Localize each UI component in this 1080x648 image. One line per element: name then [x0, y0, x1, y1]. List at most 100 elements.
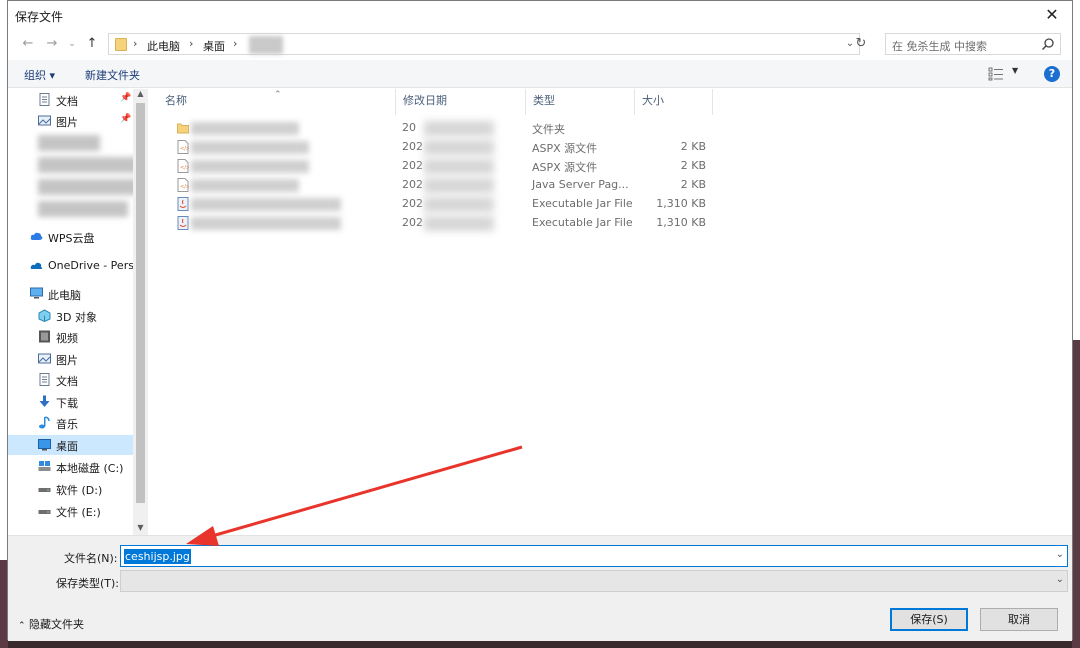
file-row[interactable]: 202 Executable Jar File 1,310 KB	[158, 214, 713, 233]
drive-c-icon	[38, 461, 51, 471]
breadcrumb-this-pc[interactable]: 此电脑	[147, 38, 180, 54]
redacted-date	[424, 121, 494, 136]
file-row[interactable]: 20 文件夹	[158, 119, 713, 138]
forward-button[interactable]: →	[42, 34, 62, 54]
hide-folders-toggle[interactable]: ⌃ 隐藏文件夹	[18, 616, 84, 632]
nav-item-label: 软件 (D:)	[56, 484, 103, 497]
nav-item-pictures[interactable]: 图片	[8, 349, 133, 369]
aspx-file-icon: </>	[177, 159, 189, 173]
redacted-breadcrumb	[249, 36, 283, 54]
document-icon	[39, 373, 50, 386]
save-options-panel: 文件名(N): ceshijsp.jpg ⌄ 保存类型(T): ⌄ ⌃ 隐藏文件…	[8, 535, 1072, 641]
file-row[interactable]: </> 202 ASPX 源文件 2 KB	[158, 157, 713, 176]
redacted-nav-item	[38, 157, 140, 173]
nav-item-pictures-quick[interactable]: 图片 📌	[8, 111, 133, 131]
file-size: 2 KB	[680, 159, 706, 172]
chevron-down-icon: ▼	[1012, 66, 1019, 75]
nav-item-label: 下载	[56, 397, 78, 410]
filetype-select[interactable]: ⌄	[120, 570, 1068, 592]
file-date: 202	[402, 140, 423, 153]
up-button[interactable]: ↑	[82, 34, 102, 54]
column-header-size[interactable]: 大小	[635, 89, 713, 115]
redacted-filename	[191, 122, 299, 135]
breadcrumb-desktop[interactable]: 桌面	[203, 38, 225, 54]
back-button[interactable]: ←	[18, 34, 38, 54]
jsp-file-icon: </>	[177, 178, 189, 192]
new-folder-button[interactable]: 新建文件夹	[85, 67, 140, 83]
file-size: 1,310 KB	[656, 216, 706, 229]
file-row[interactable]: </> 202 ASPX 源文件 2 KB	[158, 138, 713, 157]
file-size: 1,310 KB	[656, 197, 706, 210]
file-size: 2 KB	[680, 178, 706, 191]
jar-file-icon	[177, 216, 189, 230]
music-icon	[39, 416, 50, 429]
redacted-filename	[191, 217, 341, 230]
search-placeholder: 在 免杀生成 中搜索	[892, 40, 987, 53]
address-bar[interactable]: › 此电脑 › 桌面 › ⌄	[108, 33, 860, 55]
column-type-label: 类型	[533, 94, 555, 107]
background-page-right	[1072, 0, 1080, 340]
search-input[interactable]: 在 免杀生成 中搜索	[885, 33, 1061, 55]
column-header-date[interactable]: 修改日期	[396, 89, 526, 115]
drive-icon	[38, 488, 51, 492]
nav-item-drive-c[interactable]: 本地磁盘 (C:)	[8, 457, 133, 477]
scroll-up-icon[interactable]: ▲	[135, 89, 146, 101]
file-row[interactable]: 202 Executable Jar File 1,310 KB	[158, 195, 713, 214]
column-header-name[interactable]: 名称 ⌃	[158, 89, 396, 115]
nav-item-this-pc[interactable]: 此电脑	[8, 284, 133, 304]
jar-file-icon	[177, 197, 189, 211]
drive-icon	[38, 510, 51, 514]
download-icon	[39, 395, 50, 407]
chevron-down-icon[interactable]: ⌄	[1056, 574, 1064, 585]
nav-item-drive-d[interactable]: 软件 (D:)	[8, 479, 133, 499]
filename-value[interactable]: ceshijsp.jpg	[124, 549, 191, 564]
svg-text:</>: </>	[180, 184, 189, 190]
redacted-date	[424, 178, 494, 193]
nav-item-documents-quick[interactable]: 文档 📌	[8, 90, 133, 110]
search-icon	[1041, 38, 1054, 51]
organize-menu[interactable]: 组织 ▾	[24, 67, 55, 83]
file-list-header: 名称 ⌃ 修改日期 类型 大小	[158, 89, 713, 115]
cancel-button[interactable]: 取消	[980, 608, 1058, 631]
file-type: Executable Jar File	[532, 197, 633, 210]
scroll-down-icon[interactable]: ▼	[135, 523, 146, 535]
file-type: Executable Jar File	[532, 216, 633, 229]
redacted-nav-item	[38, 201, 128, 217]
column-date-label: 修改日期	[403, 94, 447, 107]
nav-item-drive-e[interactable]: 文件 (E:)	[8, 501, 133, 521]
nav-item-label: 桌面	[56, 440, 78, 453]
chevron-down-icon[interactable]: ⌄	[1056, 549, 1064, 560]
refresh-button[interactable]: ↻	[851, 34, 871, 54]
nav-scrollbar[interactable]: ▲ ▼	[133, 89, 148, 535]
file-row[interactable]: </> 202 Java Server Pag... 2 KB	[158, 176, 713, 195]
help-button[interactable]: ?	[1044, 66, 1060, 82]
sort-ascending-icon: ⌃	[274, 90, 282, 100]
nav-item-documents[interactable]: 文档	[8, 370, 133, 390]
pictures-icon	[38, 353, 51, 364]
recent-locations-button[interactable]: ⌄	[62, 34, 82, 54]
save-button[interactable]: 保存(S)	[890, 608, 968, 631]
view-options-button[interactable]: ▼	[988, 66, 1022, 82]
nav-item-label: 文档	[56, 375, 78, 388]
scrollbar-thumb[interactable]	[136, 103, 145, 503]
nav-item-downloads[interactable]: 下载	[8, 392, 133, 412]
filename-label: 文件名(N):	[64, 552, 118, 565]
nav-item-videos[interactable]: 视频	[8, 327, 133, 347]
close-button[interactable]: ✕	[1032, 1, 1072, 29]
nav-item-music[interactable]: 音乐	[8, 413, 133, 433]
arrow-up-icon: ↑	[86, 36, 98, 51]
nav-item-3d-objects[interactable]: 3D 对象	[8, 306, 133, 326]
hide-folders-label: 隐藏文件夹	[29, 618, 85, 631]
column-header-type[interactable]: 类型	[526, 89, 635, 115]
nav-item-desktop[interactable]: 桌面	[8, 435, 133, 455]
file-date: 202	[402, 178, 423, 191]
redacted-date	[424, 159, 494, 174]
nav-item-wps-cloud[interactable]: WPS云盘	[8, 227, 133, 247]
file-type: 文件夹	[532, 123, 565, 136]
file-date: 20	[402, 121, 416, 134]
nav-item-onedrive[interactable]: OneDrive - Perso	[8, 256, 141, 276]
filename-field[interactable]: ceshijsp.jpg ⌄	[120, 545, 1068, 567]
nav-item-label: 图片	[56, 354, 78, 367]
filetype-label: 保存类型(T):	[56, 577, 120, 590]
save-file-dialog: 保存文件 ✕ ← → ⌄ ↑ › 此电脑 › 桌面 › ⌄ ↻ 在 免杀生成 中…	[7, 0, 1073, 641]
